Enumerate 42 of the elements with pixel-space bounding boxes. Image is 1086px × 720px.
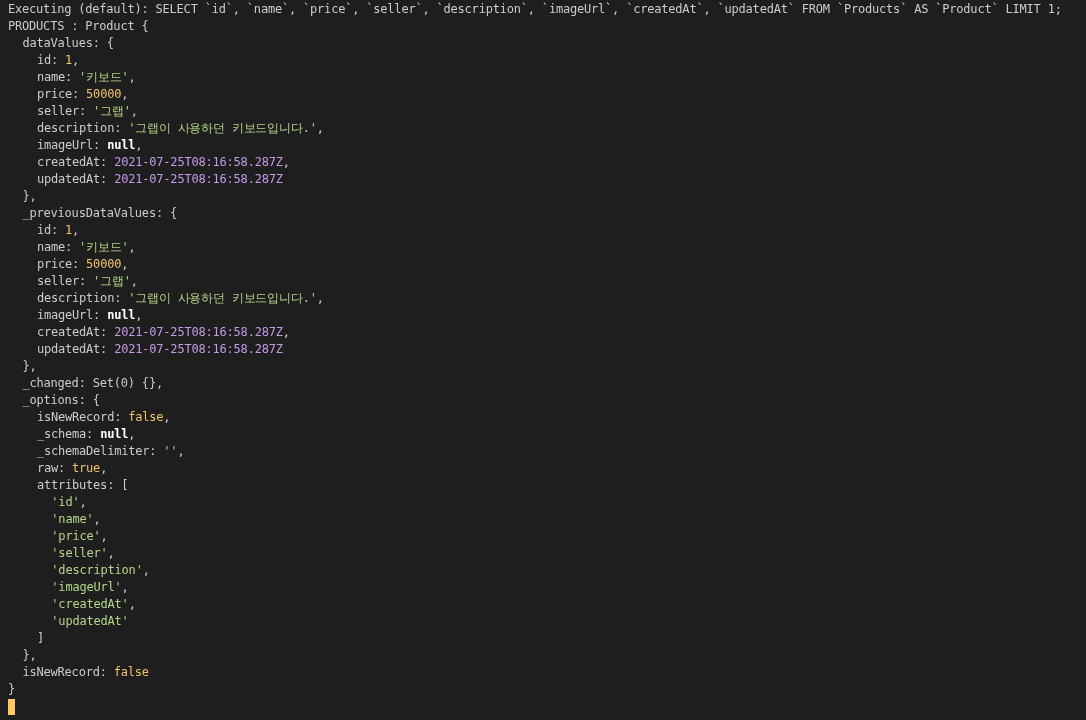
terminal-line: }, [21,358,37,375]
terminal-line: raw: true, [35,460,108,477]
terminal-line: id: 1, [35,52,80,69]
terminal-line: description: '그랩이 사용하던 키보드입니다.', [35,120,324,137]
terminal-line: _schemaDelimiter: '', [35,443,185,460]
terminal-line: }, [21,188,37,205]
terminal-line: 'name', [50,511,101,528]
terminal-line: _changed: Set(0) {}, [21,375,163,392]
terminal-line: imageUrl: null, [35,137,143,154]
terminal-line: 'description', [50,562,150,579]
terminal-line: 'id', [50,494,87,511]
terminal-line: } [8,681,16,698]
terminal-line: updatedAt: 2021-07-25T08:16:58.287Z [35,341,283,358]
terminal-line: createdAt: 2021-07-25T08:16:58.287Z, [35,324,290,341]
terminal-line: _options: { [21,392,100,409]
terminal-line: seller: '그랩', [35,103,138,120]
terminal-line: name: '키보드', [35,69,136,86]
terminal-line: updatedAt: 2021-07-25T08:16:58.287Z [35,171,283,188]
terminal-line: Executing (default): SELECT `id`, `name`, `price`, `seller`, `description`, `imageUrl`, `createdAt`, `updatedAt` FROM `Products` AS `Product` LIMIT 1; [8,1,1062,18]
terminal-line: description: '그랩이 사용하던 키보드입니다.', [35,290,324,307]
terminal-line: isNewRecord: false [21,664,149,681]
terminal-line: ] [35,630,44,647]
terminal-line: createdAt: 2021-07-25T08:16:58.287Z, [35,154,290,171]
terminal-line: price: 50000, [35,256,129,273]
terminal-line: _previousDataValues: { [21,205,177,222]
terminal-line: PRODUCTS : Product { [8,18,149,35]
terminal-line: id: 1, [35,222,80,239]
terminal-line: dataValues: { [21,35,114,52]
terminal-line: isNewRecord: false, [35,409,171,426]
terminal-line: 'updatedAt' [50,613,129,630]
terminal-line: price: 50000, [35,86,129,103]
terminal-line: name: '키보드', [35,239,136,256]
terminal-line: seller: '그랩', [35,273,138,290]
terminal-line: 'createdAt', [50,596,136,613]
terminal-line: }, [21,647,37,664]
terminal-line: imageUrl: null, [35,307,143,324]
terminal-line: 'imageUrl', [50,579,129,596]
terminal-line: 'price', [50,528,108,545]
terminal-line: _schema: null, [35,426,136,443]
text-cursor-icon [8,698,15,715]
terminal-line: 'seller', [50,545,115,562]
terminal-line: attributes: [ [35,477,129,494]
